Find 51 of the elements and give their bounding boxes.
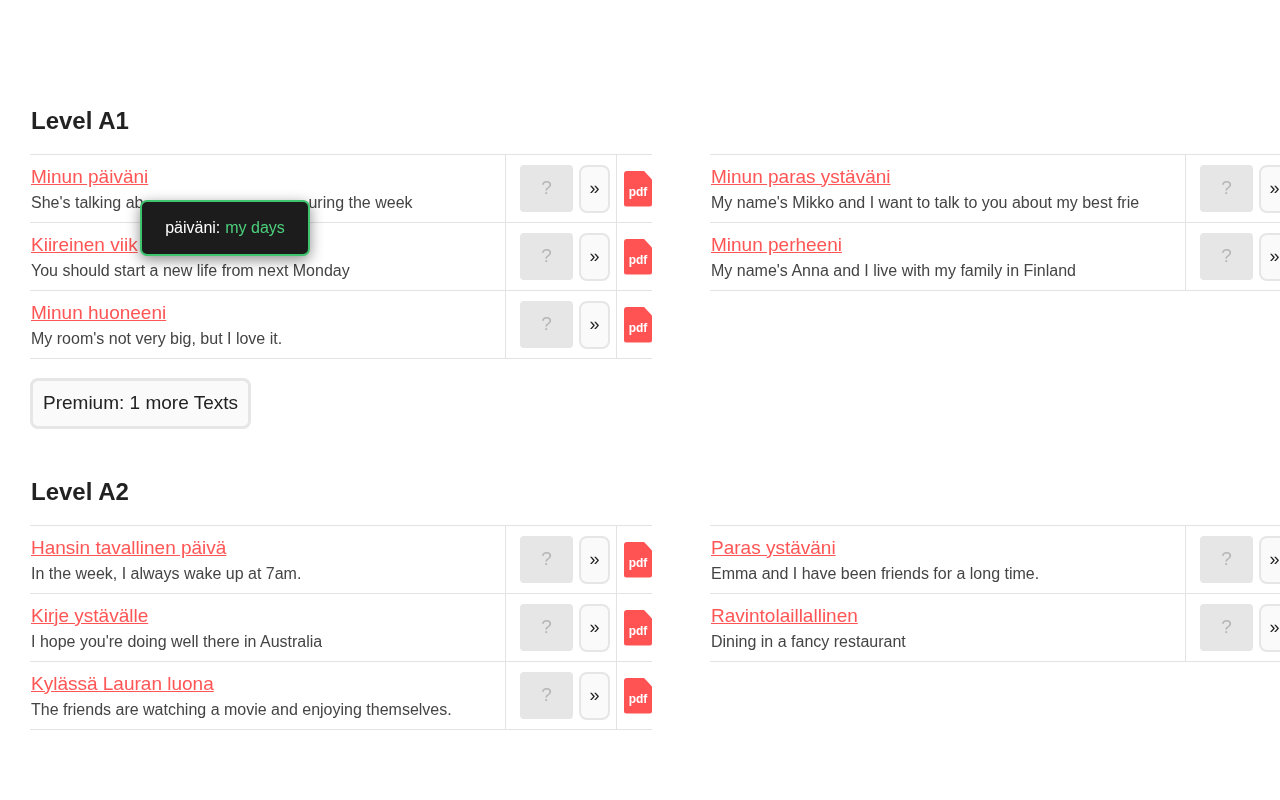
pdf-icon[interactable]: pdf <box>624 170 652 207</box>
text-title-link[interactable]: Kylässä Lauran luona <box>31 670 214 697</box>
pdf-icon[interactable]: pdf <box>624 609 652 646</box>
next-button[interactable]: » <box>1259 232 1280 281</box>
pdf-icon[interactable]: pdf <box>624 541 652 578</box>
text-title-link[interactable]: Minun huoneeni <box>31 299 167 326</box>
tooltip-translation: my days <box>225 218 285 238</box>
help-button[interactable]: ? <box>1200 604 1253 651</box>
help-button[interactable]: ? <box>520 536 573 583</box>
help-button[interactable]: ? <box>520 301 573 348</box>
text-title-link[interactable]: Minun paras ystäväni <box>711 163 891 190</box>
premium-button[interactable]: Premium: 1 more Texts <box>30 378 251 429</box>
next-button[interactable]: » <box>1259 164 1280 213</box>
text-description: uring the week <box>308 192 413 213</box>
tooltip-word: päiväni: <box>165 218 221 238</box>
text-description: I hope you're doing well there in Australia <box>31 631 323 652</box>
pdf-icon[interactable]: pdf <box>624 238 652 275</box>
help-button[interactable]: ? <box>520 233 573 280</box>
text-description: In the week, I always wake up at 7am. <box>31 563 302 584</box>
help-button[interactable]: ? <box>520 165 573 212</box>
text-title-link[interactable]: Hansin tavallinen päivä <box>31 534 227 561</box>
help-button[interactable]: ? <box>1200 233 1253 280</box>
text-description: Dining in a fancy restaurant <box>711 631 906 652</box>
text-description: My name's Anna and I live with my family in Finland <box>711 260 1076 281</box>
pdf-icon[interactable]: pdf <box>624 677 652 714</box>
next-button[interactable]: » <box>1259 535 1280 584</box>
text-title-link[interactable]: Kirje ystävälle <box>31 602 149 629</box>
next-button[interactable]: » <box>579 671 610 720</box>
pdf-icon[interactable]: pdf <box>624 306 652 343</box>
help-button[interactable]: ? <box>520 672 573 719</box>
text-description: My name's Mikko and I want to talk to you about my best frie <box>711 192 1140 213</box>
next-button[interactable]: » <box>579 603 610 652</box>
next-button[interactable]: » <box>1259 603 1280 652</box>
text-description: The friends are watching a movie and enjoying themselves. <box>31 699 452 720</box>
text-title-link[interactable]: Kiireinen viik <box>31 231 138 258</box>
text-title-link[interactable]: Minun päiväni <box>31 163 149 190</box>
text-title-link[interactable]: Paras ystäväni <box>711 534 836 561</box>
next-button[interactable]: » <box>579 232 610 281</box>
help-button[interactable]: ? <box>1200 165 1253 212</box>
help-button[interactable]: ? <box>520 604 573 651</box>
level-heading: Level A2 <box>31 477 130 507</box>
text-description: You should start a new life from next Monday <box>31 260 350 281</box>
text-description: Emma and I have been friends for a long time. <box>711 563 1040 584</box>
text-description: My room's not very big, but I love it. <box>31 328 283 349</box>
text-title-link[interactable]: Ravintolaillallinen <box>711 602 858 629</box>
next-button[interactable]: » <box>579 535 610 584</box>
level-heading: Level A1 <box>31 106 130 136</box>
help-button[interactable]: ? <box>1200 536 1253 583</box>
next-button[interactable]: » <box>579 300 610 349</box>
next-button[interactable]: » <box>579 164 610 213</box>
text-title-link[interactable]: Minun perheeni <box>711 231 842 258</box>
